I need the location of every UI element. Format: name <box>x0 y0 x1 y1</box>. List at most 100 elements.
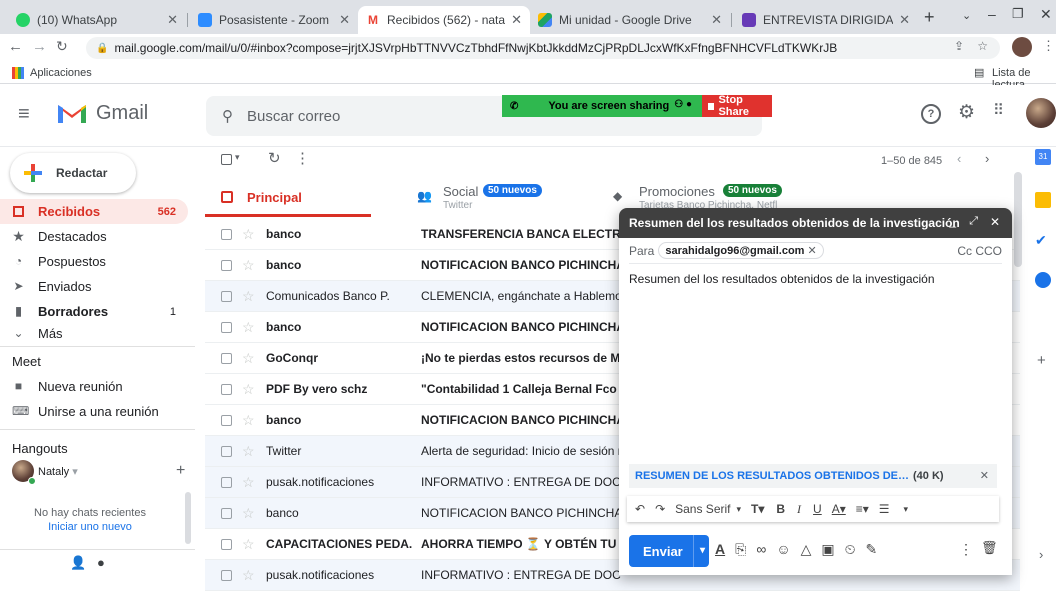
star-icon[interactable]: ☆ <box>242 505 255 522</box>
row-checkbox[interactable] <box>221 446 232 457</box>
more-options-icon[interactable]: ⋮ <box>295 149 310 167</box>
star-icon[interactable]: ☆ <box>242 319 255 336</box>
star-icon[interactable]: ☆ <box>242 567 255 584</box>
stop-share-button[interactable]: Stop Share <box>702 94 772 118</box>
star-icon[interactable]: ☆ <box>242 257 255 274</box>
person-icon[interactable]: 👤 <box>70 555 86 571</box>
prev-page-icon[interactable]: ‹ <box>957 151 961 166</box>
row-checkbox[interactable] <box>221 353 232 364</box>
help-icon[interactable]: ? <box>921 104 941 124</box>
new-tab-icon[interactable]: + <box>924 7 935 28</box>
redo-icon[interactable]: ↷ <box>655 502 665 516</box>
star-icon[interactable]: ☆ <box>242 412 255 429</box>
attach-file-icon[interactable]: ⎘ <box>735 541 746 558</box>
bold-icon[interactable]: B <box>776 502 785 516</box>
star-icon[interactable]: ☆ <box>242 350 255 367</box>
recipient-chip[interactable]: sarahidalgo96@gmail.com ✕ <box>658 242 824 259</box>
window-close-icon[interactable]: ✕ <box>1040 6 1052 23</box>
minimize-icon[interactable]: – <box>988 6 996 22</box>
signature-icon[interactable]: ✎ <box>866 541 878 558</box>
nav-sent[interactable]: ➤ Enviados <box>0 274 188 299</box>
align-icon[interactable]: ≡▾ <box>856 502 869 516</box>
star-icon[interactable]: ☆ <box>242 443 255 460</box>
emoji-icon[interactable]: ☺ <box>776 541 790 558</box>
restore-icon[interactable]: ❐ <box>1012 6 1024 22</box>
row-checkbox[interactable] <box>221 260 232 271</box>
nav-starred[interactable]: ★ Destacados <box>0 224 188 249</box>
bookmark-star-icon[interactable]: ☆ <box>977 39 988 53</box>
close-icon[interactable]: ✕ <box>511 12 522 28</box>
tab-whatsapp[interactable]: (10) WhatsApp ✕ <box>8 6 186 34</box>
location-pin-icon[interactable]: ● <box>97 555 105 570</box>
nav-inbox[interactable]: Recibidos 562 <box>0 199 188 224</box>
insert-photo-icon[interactable]: ▣ <box>821 541 834 558</box>
drive-icon[interactable]: △ <box>801 541 812 558</box>
row-checkbox[interactable] <box>221 322 232 333</box>
search-input[interactable]: Buscar correo <box>247 108 340 125</box>
row-checkbox[interactable] <box>221 415 232 426</box>
forward-icon[interactable]: → <box>32 38 47 55</box>
close-icon[interactable]: ✕ <box>711 12 722 28</box>
keep-icon[interactable] <box>1035 192 1051 208</box>
tab-primary[interactable]: Principal <box>205 175 371 217</box>
text-size-icon[interactable]: T▾ <box>751 502 764 516</box>
row-checkbox[interactable] <box>221 539 232 550</box>
row-checkbox[interactable] <box>221 508 232 519</box>
settings-gear-icon[interactable]: ⚙ <box>958 101 975 124</box>
discard-draft-icon[interactable]: 🗑 <box>981 540 998 556</box>
row-checkbox[interactable] <box>221 291 232 302</box>
url-field[interactable]: 🔒 mail.google.com/mail/u/0/#inbox?compos… <box>86 37 1000 59</box>
tasks-icon[interactable]: ✔ <box>1035 232 1047 249</box>
contacts-icon[interactable] <box>1035 272 1051 288</box>
font-select[interactable]: Sans Serif <box>675 502 730 516</box>
next-page-icon[interactable]: › <box>985 151 989 166</box>
select-dropdown-icon[interactable]: ▾ <box>235 152 240 163</box>
account-avatar[interactable] <box>1026 98 1056 128</box>
compose-body[interactable]: Resumen del los resultados obtenidos de … <box>629 272 1002 412</box>
hangouts-user[interactable]: Nataly ▾ <box>38 465 78 478</box>
nav-drafts[interactable]: ▮ Borradores 1 <box>0 299 188 324</box>
confidential-mode-icon[interactable]: ⏲ <box>845 541 856 558</box>
row-checkbox[interactable] <box>221 570 232 581</box>
tab-search-icon[interactable]: ⌄ <box>962 9 971 22</box>
meet-join-meeting[interactable]: ⌨ Unirse a una reunión <box>0 399 188 424</box>
send-options-icon[interactable]: ▾ <box>693 535 705 567</box>
gmail-logo-icon[interactable] <box>56 101 88 125</box>
row-checkbox[interactable] <box>221 229 232 240</box>
add-chat-icon[interactable]: + <box>176 462 185 480</box>
star-icon[interactable]: ☆ <box>242 226 255 243</box>
fullscreen-icon[interactable]: ⤢ <box>969 215 978 228</box>
remove-recipient-icon[interactable]: ✕ <box>808 245 817 257</box>
meet-new-meeting[interactable]: ■ Nueva reunión <box>0 374 188 399</box>
chevron-down-icon[interactable]: ▾ <box>736 504 741 515</box>
star-icon[interactable]: ☆ <box>242 381 255 398</box>
profile-avatar[interactable] <box>1012 37 1032 57</box>
undo-icon[interactable]: ↶ <box>635 502 645 516</box>
cc-bcc-link[interactable]: Cc CCO <box>957 244 1002 258</box>
compose-titlebar[interactable]: Resumen del los resultados obtenidos de … <box>619 208 1012 238</box>
bookmark-apps[interactable]: Aplicaciones <box>30 67 92 79</box>
get-addons-icon[interactable]: + <box>1037 352 1046 369</box>
reload-icon[interactable]: ↻ <box>56 38 68 55</box>
show-side-panel-icon[interactable]: › <box>1039 547 1043 562</box>
more-options-icon[interactable]: ⋮ <box>959 541 973 558</box>
tab-social[interactable]: 👥 Social 50 nuevos Twitter <box>413 175 603 217</box>
nav-more[interactable]: ⌄ Más <box>0 324 188 342</box>
row-checkbox[interactable] <box>221 384 232 395</box>
row-checkbox[interactable] <box>221 477 232 488</box>
underline-icon[interactable]: U <box>813 502 822 516</box>
browser-menu-icon[interactable]: ⋮ <box>1042 38 1055 54</box>
formatting-options-icon[interactable]: A <box>715 541 725 558</box>
close-icon[interactable]: ✕ <box>167 12 178 28</box>
tab-zoom[interactable]: Posasistente - Zoom ✕ <box>190 6 358 34</box>
minimize-icon[interactable]: _ <box>949 214 956 228</box>
tab-forms[interactable]: ENTREVISTA DIRIGIDA AL EX ✕ <box>734 6 918 34</box>
tab-gmail[interactable]: M Recibidos (562) - natalypala1 ✕ <box>358 6 530 34</box>
back-icon[interactable]: ← <box>8 38 23 55</box>
more-formatting-icon[interactable]: ▾ <box>904 504 909 515</box>
insert-link-icon[interactable]: ∞ <box>756 541 766 558</box>
select-all-checkbox[interactable] <box>221 154 232 165</box>
apps-icon[interactable]: ⠿ <box>993 101 1005 119</box>
remove-attachment-icon[interactable]: ✕ <box>980 469 989 482</box>
search-icon[interactable]: ⚲ <box>222 107 233 125</box>
